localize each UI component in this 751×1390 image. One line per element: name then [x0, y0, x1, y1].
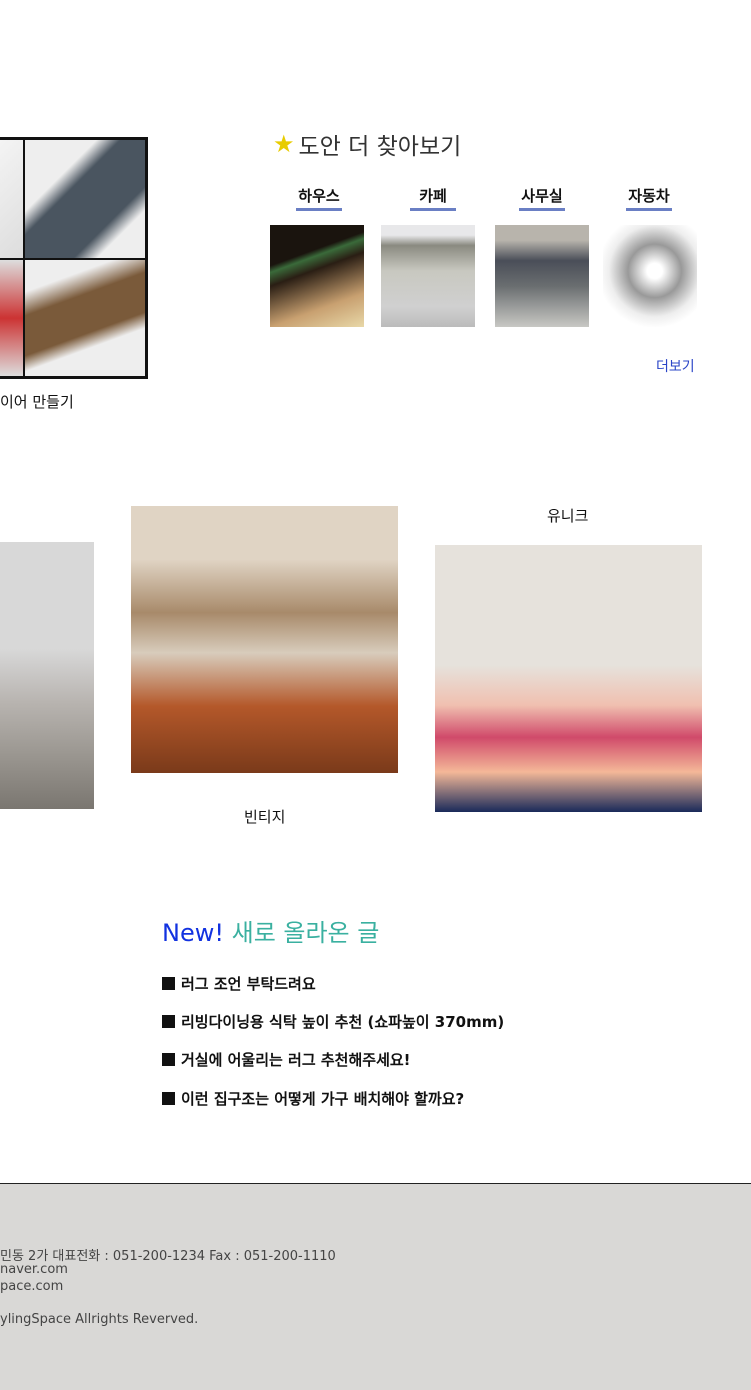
square-bullet-icon — [162, 1092, 175, 1105]
category-house[interactable]: 하우스 — [296, 185, 342, 211]
vintage-caption: 빈티지 — [244, 808, 286, 826]
cafe-thumbnail[interactable] — [381, 225, 475, 327]
post-item[interactable]: 러그 조언 부탁드려요 — [162, 973, 316, 994]
square-bullet-icon — [162, 1015, 175, 1028]
post-item[interactable]: 리빙다이닝용 식탁 높이 추천 (쇼파높이 370mm) — [162, 1011, 504, 1032]
footer: 민동 2가 대표전화 : 051-200-1234 Fax : 051-200-… — [0, 1183, 751, 1390]
style-photo-modern[interactable] — [0, 542, 94, 809]
footer-copyright: ylingSpace Allrights Reverved. — [0, 1312, 199, 1327]
style-photo-vintage[interactable] — [131, 506, 398, 773]
new-posts-title: New! 새로 올라온 글 — [162, 919, 380, 947]
square-bullet-icon — [162, 977, 175, 990]
category-office[interactable]: 사무실 — [519, 185, 565, 211]
footer-site: pace.com — [0, 1279, 64, 1294]
style-photo-unique[interactable] — [435, 545, 702, 812]
unique-caption: 유니크 — [547, 507, 589, 525]
category-car[interactable]: 자동차 — [626, 185, 672, 211]
star-icon: ★ — [273, 130, 295, 158]
plan-caption[interactable]: 이어 만들기 — [0, 391, 74, 412]
post-item[interactable]: 이런 집구조는 어떻게 가구 배치해야 할까요? — [162, 1088, 464, 1109]
post-item[interactable]: 거실에 어울리는 러그 추천해주세요! — [162, 1049, 411, 1070]
office-thumbnail[interactable] — [495, 225, 589, 327]
more-designs-title: ★ 도안 더 찾아보기 — [273, 130, 462, 160]
square-bullet-icon — [162, 1053, 175, 1066]
car-thumbnail[interactable] — [603, 225, 697, 327]
more-link[interactable]: 더보기 — [656, 356, 695, 376]
house-thumbnail[interactable] — [270, 225, 364, 327]
footer-email: naver.com — [0, 1262, 68, 1277]
floor-plan-image[interactable] — [0, 137, 148, 379]
category-cafe[interactable]: 카페 — [410, 185, 456, 211]
